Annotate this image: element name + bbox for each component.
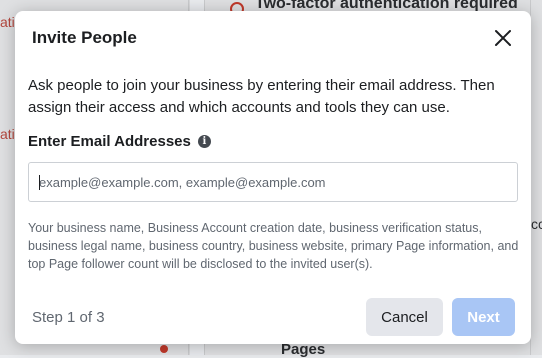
step-indicator: Step 1 of 3 xyxy=(32,309,105,326)
text-caret xyxy=(39,175,40,190)
invite-people-dialog: Invite People Ask people to join your bu… xyxy=(15,11,531,344)
next-button[interactable]: Next xyxy=(452,298,515,336)
email-addresses-input[interactable] xyxy=(39,163,504,201)
email-label-text: Enter Email Addresses xyxy=(28,133,191,150)
dialog-title: Invite People xyxy=(32,28,137,47)
disclosure-text: Your business name, Business Account cre… xyxy=(28,221,519,271)
email-field-container xyxy=(28,162,518,202)
close-button[interactable] xyxy=(491,26,515,50)
dialog-description: Ask people to join your business by ente… xyxy=(28,77,495,116)
email-field-label: Enter Email Addresses i xyxy=(28,133,211,150)
background-cut-text: cc xyxy=(531,216,542,232)
close-icon xyxy=(495,30,511,46)
cancel-button[interactable]: Cancel xyxy=(366,298,443,336)
info-icon[interactable]: i xyxy=(197,135,211,148)
notification-dot xyxy=(160,345,168,353)
